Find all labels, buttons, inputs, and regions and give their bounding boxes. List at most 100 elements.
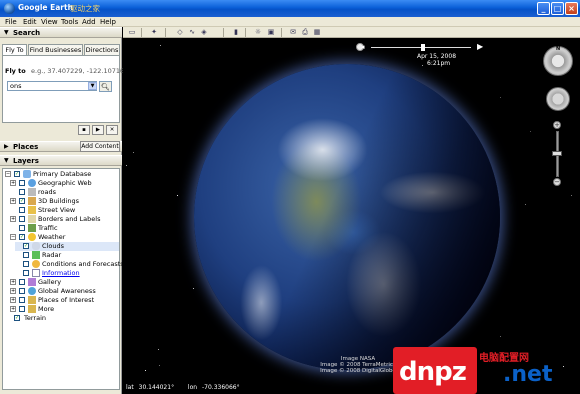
checkbox[interactable] [23,252,29,258]
menu-help[interactable]: Help [100,18,116,26]
layer-primary-database[interactable]: − ✓ Primary Database [5,170,119,179]
layer-clouds[interactable]: ✓ Clouds [15,242,119,251]
road-icon [28,188,36,196]
sky-icon[interactable]: ▣ [266,28,276,37]
play-icon[interactable]: ▶ [92,125,104,135]
close-button[interactable]: × [565,2,578,15]
flyto-label: Fly to [5,67,26,75]
viewer-toolbar: ▭ ✦ ◇ ∿ ◈ ▮ ☼ ▣ ✉ ⎙ ▦ [123,27,580,38]
layer-label: More [38,305,55,313]
star [193,288,194,289]
north-indicator[interactable]: N [556,46,560,52]
menu-view[interactable]: View [41,18,58,26]
checkbox[interactable]: ✓ [19,198,25,204]
window-title: Google Earth [18,3,73,12]
expand-icon[interactable]: + [10,180,16,186]
checkbox[interactable]: ✓ [14,171,20,177]
layer-label: Gallery [38,278,62,286]
checkbox[interactable] [19,297,25,303]
expand-icon[interactable]: + [10,279,16,285]
overlay-icon[interactable]: ◈ [199,28,209,37]
checkbox[interactable]: ✓ [23,243,29,249]
print-icon[interactable]: ⎙ [300,28,310,37]
layers-tree: − ✓ Primary Database + Geographic Web ro… [2,168,124,390]
database-icon [23,170,31,178]
placemark-icon[interactable]: ✦ [149,28,159,37]
path-icon[interactable]: ∿ [187,28,197,37]
flyto-input[interactable]: ons [7,81,97,91]
star [126,165,127,166]
checkbox[interactable] [19,207,25,213]
status-coordinates: lat 30.144021° lon -70.336066° [126,384,240,391]
add-content-button[interactable]: Add Content [80,141,120,152]
look-joystick[interactable]: N [543,46,573,76]
menu-tools[interactable]: Tools [61,18,78,26]
star [159,365,160,366]
expand-icon[interactable]: + [10,306,16,312]
close-icon[interactable]: ✕ [106,125,118,135]
slider-start-arrow-icon[interactable]: ◂ [361,43,365,51]
tab-directions[interactable]: Directions [84,44,120,55]
zoom-out-icon[interactable]: − [553,178,561,186]
traffic-icon [28,224,36,232]
layer-label: Conditions and Forecasts [42,260,124,268]
checkbox[interactable] [19,288,25,294]
search-go-button[interactable]: 🔍︎ [99,81,112,92]
information-link[interactable]: Information [42,269,80,277]
menu-edit[interactable]: Edit [23,18,37,26]
checkbox[interactable]: ✓ [14,315,20,321]
checkbox[interactable]: ✓ [19,234,25,240]
expand-icon[interactable]: + [10,216,16,222]
sidebar-toggle-icon[interactable]: ▭ [127,28,137,37]
checkbox[interactable] [19,225,25,231]
play-icon[interactable]: ▶ [477,42,483,51]
tab-find-businesses[interactable]: Find Businesses [28,44,83,55]
time-slider[interactable]: ◂ ▶ [361,42,489,52]
checkbox[interactable] [19,279,25,285]
checkbox[interactable] [19,216,25,222]
places-header-label: Places [13,143,39,151]
checkbox[interactable] [19,189,25,195]
tab-fly-to[interactable]: Fly To [2,44,27,55]
star [500,336,501,337]
lon-label: lon [187,384,198,391]
checkbox[interactable] [23,270,29,276]
left-panel: ▼ Search Fly To Find Businesses Directio… [0,27,128,394]
checkbox[interactable] [19,306,25,312]
layer-label: Primary Database [33,170,92,178]
maximize-button[interactable]: □ [551,2,564,15]
expand-icon[interactable]: + [10,297,16,303]
building-icon [28,197,36,205]
globe-icon [28,287,36,295]
checkbox[interactable] [23,261,29,267]
polygon-icon[interactable]: ◇ [175,28,185,37]
dropdown-arrow-icon[interactable]: ▼ [88,82,97,90]
minimize-button[interactable]: _ [537,2,550,15]
gallery-icon [28,278,36,286]
layer-label: Radar [42,251,62,259]
time-slider-thumb[interactable] [421,44,425,51]
map-view-icon[interactable]: ▦ [312,28,322,37]
expand-icon[interactable]: + [10,288,16,294]
expand-icon[interactable]: + [10,198,16,204]
layers-header-label: Layers [13,157,39,165]
sunlight-icon[interactable]: ☼ [253,28,263,37]
separator [281,28,282,37]
star [525,204,526,205]
search-header[interactable]: ▼ Search [0,27,122,38]
checkbox[interactable] [19,180,25,186]
menu-add[interactable]: Add [82,18,96,26]
layers-header[interactable]: ▼ Layers [0,155,122,166]
email-icon[interactable]: ✉ [288,28,298,37]
layer-weather[interactable]: − ✓ Weather [5,233,119,242]
earth-viewer[interactable]: ◂ ▶ Apr 15, 2008 6:21pm N + − Image NASA… [123,38,580,394]
collapse-icon[interactable]: − [10,234,16,240]
menu-file[interactable]: File [5,18,17,26]
collapse-icon[interactable]: − [5,171,11,177]
zoom-slider-thumb[interactable] [552,151,562,156]
ruler-icon[interactable]: ▮ [231,28,241,37]
move-joystick[interactable] [546,87,570,111]
list-icon[interactable]: ▪ [78,125,90,135]
zoom-in-icon[interactable]: + [553,121,561,129]
title-bar: Google Earth 驱动之家 _ □ × [0,0,580,17]
